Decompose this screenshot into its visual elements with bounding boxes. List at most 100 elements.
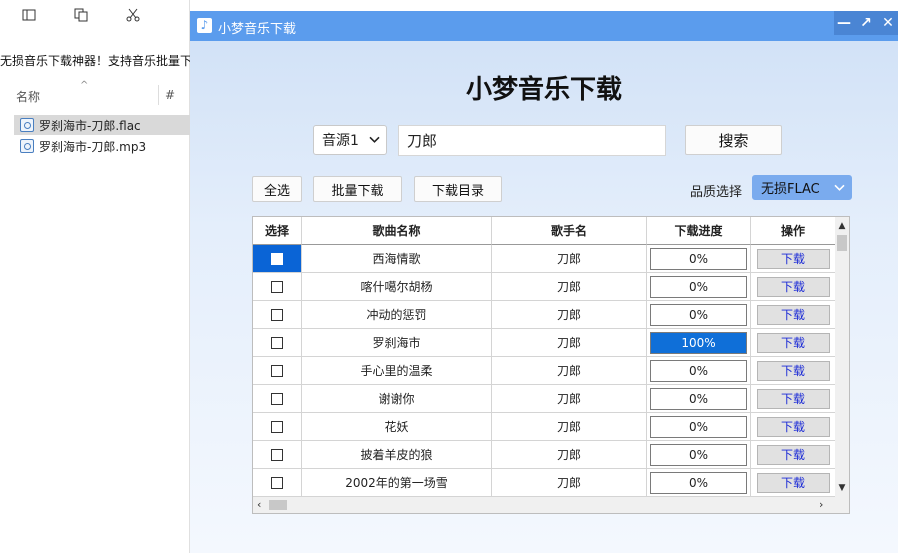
action-cell: 下载 bbox=[751, 469, 835, 497]
select-cell[interactable] bbox=[253, 301, 302, 329]
progress-cell: 0% bbox=[647, 245, 751, 273]
download-button[interactable]: 下载 bbox=[756, 472, 830, 493]
table-row: 冲动的惩罚 刀郎 0% 下载 bbox=[253, 301, 835, 329]
vertical-scrollbar[interactable]: ▲ ▼ bbox=[835, 217, 849, 497]
quality-label: 品质选择 bbox=[690, 185, 743, 200]
file-explorer: 无损音乐下载神器！支持音乐批量下 名称 ^ # 罗刹海市-刀郎.flac 罗刹海… bbox=[0, 0, 190, 553]
row-checkbox[interactable] bbox=[271, 364, 283, 377]
minimize-icon[interactable]: — bbox=[834, 13, 854, 33]
music-note-icon: ♪ bbox=[197, 18, 212, 33]
search-input[interactable] bbox=[398, 125, 666, 156]
file-name: 罗刹海市-刀郎.mp3 bbox=[39, 139, 147, 154]
chevron-down-icon bbox=[369, 132, 380, 146]
scroll-left-icon[interactable]: ‹ bbox=[257, 498, 261, 511]
quality-select-value: 无损FLAC bbox=[761, 182, 820, 197]
download-button[interactable]: 下载 bbox=[756, 360, 830, 381]
batch-download-button[interactable]: 批量下载 bbox=[313, 176, 402, 202]
download-button[interactable]: 下载 bbox=[756, 332, 830, 353]
close-icon[interactable]: ✕ bbox=[878, 13, 898, 33]
song-name-cell: 西海情歌 bbox=[302, 245, 492, 273]
song-table: 选择 歌曲名称 歌手名 下载进度 操作 西海情歌 刀郎 0% 下载 喀什噶尔胡杨 刀郎 0%… bbox=[252, 216, 850, 514]
table-row: 罗刹海市 刀郎 100% 下载 bbox=[253, 329, 835, 357]
download-button[interactable]: 下载 bbox=[756, 444, 830, 465]
download-dir-button[interactable]: 下载目录 bbox=[414, 176, 502, 202]
download-button[interactable]: 下载 bbox=[756, 388, 830, 409]
action-cell: 下载 bbox=[751, 413, 835, 441]
scroll-up-icon[interactable]: ▲ bbox=[835, 219, 849, 233]
row-checkbox[interactable] bbox=[271, 448, 283, 461]
download-progress-bar: 0% bbox=[650, 387, 747, 410]
song-name-cell: 2002年的第一场雪 bbox=[302, 469, 492, 497]
select-cell[interactable] bbox=[253, 385, 302, 413]
copy-icon[interactable] bbox=[72, 8, 90, 26]
search-button[interactable]: 搜索 bbox=[685, 125, 782, 155]
row-checkbox[interactable] bbox=[271, 280, 283, 293]
select-cell[interactable] bbox=[253, 413, 302, 441]
download-progress-bar: 100% bbox=[650, 331, 747, 354]
column-number-header[interactable]: # bbox=[165, 88, 175, 102]
table-row: 西海情歌 刀郎 0% 下载 bbox=[253, 245, 835, 273]
select-cell[interactable] bbox=[253, 441, 302, 469]
progress-text: 0% bbox=[688, 419, 709, 434]
song-name-cell: 花妖 bbox=[302, 413, 492, 441]
table-row: 喀什噶尔胡杨 刀郎 0% 下载 bbox=[253, 273, 835, 301]
file-item[interactable]: 罗刹海市-刀郎.mp3 bbox=[14, 136, 190, 156]
row-checkbox[interactable] bbox=[271, 252, 283, 265]
header-select: 选择 bbox=[253, 217, 302, 245]
progress-text: 0% bbox=[688, 279, 709, 294]
panel-icon[interactable] bbox=[20, 8, 38, 26]
app-window: ♪ 小梦音乐下载 — ↗ ✕ 小梦音乐下载 音源1 搜索 全选 批量下载 下载目… bbox=[190, 11, 898, 553]
download-button[interactable]: 下载 bbox=[756, 276, 830, 297]
column-divider[interactable] bbox=[158, 85, 159, 105]
progress-cell: 0% bbox=[647, 385, 751, 413]
scroll-thumb[interactable] bbox=[269, 500, 287, 510]
horizontal-scrollbar[interactable]: ‹ › bbox=[253, 497, 849, 513]
download-button[interactable]: 下载 bbox=[756, 304, 830, 325]
header-artist: 歌手名 bbox=[492, 217, 647, 245]
download-progress-bar: 0% bbox=[650, 275, 747, 298]
select-cell[interactable] bbox=[253, 245, 302, 273]
progress-text: 0% bbox=[688, 447, 709, 462]
table-header-row: 选择 歌曲名称 歌手名 下载进度 操作 bbox=[253, 217, 835, 245]
source-select-value: 音源1 bbox=[322, 133, 359, 149]
song-name-cell: 谢谢你 bbox=[302, 385, 492, 413]
select-cell[interactable] bbox=[253, 273, 302, 301]
select-cell[interactable] bbox=[253, 357, 302, 385]
download-progress-bar: 0% bbox=[650, 443, 747, 466]
window-title: 小梦音乐下载 bbox=[218, 22, 297, 37]
download-button[interactable]: 下载 bbox=[756, 248, 830, 269]
row-checkbox[interactable] bbox=[271, 308, 283, 321]
select-cell[interactable] bbox=[253, 329, 302, 357]
download-progress-bar: 0% bbox=[650, 247, 747, 270]
scroll-down-icon[interactable]: ▼ bbox=[835, 481, 849, 495]
cut-icon[interactable] bbox=[124, 8, 142, 26]
page-title: 小梦音乐下载 bbox=[465, 75, 622, 105]
maximize-icon[interactable]: ↗ bbox=[856, 13, 876, 33]
progress-text: 0% bbox=[688, 391, 709, 406]
header-song: 歌曲名称 bbox=[302, 217, 492, 245]
scroll-right-icon[interactable]: › bbox=[819, 498, 823, 511]
row-checkbox[interactable] bbox=[271, 336, 283, 349]
select-cell[interactable] bbox=[253, 469, 302, 497]
row-checkbox[interactable] bbox=[271, 420, 283, 433]
select-all-button[interactable]: 全选 bbox=[252, 176, 302, 202]
artist-cell: 刀郎 bbox=[492, 301, 647, 329]
audio-file-icon bbox=[20, 118, 34, 132]
file-item[interactable]: 罗刹海市-刀郎.flac bbox=[14, 115, 190, 135]
row-checkbox[interactable] bbox=[271, 476, 283, 489]
quality-select[interactable]: 无损FLAC bbox=[752, 175, 852, 200]
download-progress-bar: 0% bbox=[650, 415, 747, 438]
column-name-header[interactable]: 名称 bbox=[16, 88, 40, 105]
row-checkbox[interactable] bbox=[271, 392, 283, 405]
song-name-cell: 冲动的惩罚 bbox=[302, 301, 492, 329]
explorer-column-header: 名称 ^ # bbox=[0, 80, 190, 110]
progress-cell: 0% bbox=[647, 357, 751, 385]
download-button[interactable]: 下载 bbox=[756, 416, 830, 437]
title-bar[interactable]: ♪ 小梦音乐下载 — ↗ ✕ bbox=[190, 11, 898, 41]
header-action: 操作 bbox=[751, 217, 835, 245]
chevron-down-icon bbox=[834, 180, 845, 194]
source-select[interactable]: 音源1 bbox=[313, 125, 387, 155]
artist-cell: 刀郎 bbox=[492, 245, 647, 273]
scroll-thumb[interactable] bbox=[837, 235, 847, 251]
window-controls: — ↗ ✕ bbox=[834, 11, 898, 35]
